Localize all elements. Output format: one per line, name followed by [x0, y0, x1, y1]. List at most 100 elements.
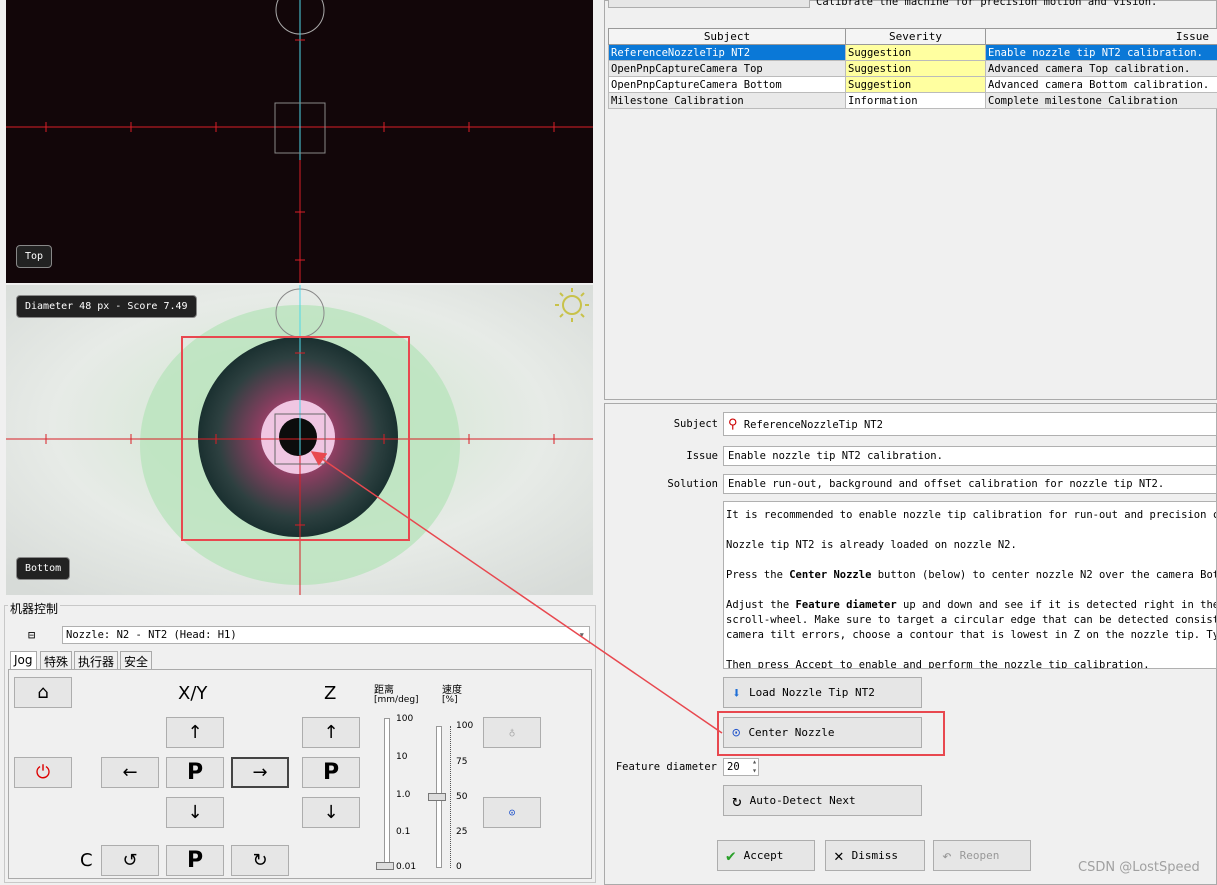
park-c-button[interactable]: P [166, 845, 224, 876]
rotate-ccw-button[interactable]: ↺ [101, 845, 159, 876]
center-nozzle-label: Center Nozzle [748, 726, 835, 739]
tab-special[interactable]: 特殊 [40, 651, 73, 669]
auto-detect-next-button[interactable]: ↻ Auto-Detect Next [723, 785, 922, 816]
jog-panel [8, 669, 592, 879]
power-button[interactable]: ⏻ [14, 757, 72, 788]
check-icon: ✔ [726, 846, 736, 865]
top-camera-view[interactable]: Top [6, 0, 593, 283]
row-severity: Suggestion [845, 44, 986, 61]
distance-slider[interactable] [384, 718, 390, 870]
reopen-button[interactable]: ↶ Reopen [933, 840, 1031, 871]
chevron-down-icon: ▾ [578, 629, 585, 641]
xy-label: X/Y [178, 683, 208, 704]
column-issue[interactable]: Issue [985, 28, 1217, 45]
jog-x-minus-button[interactable]: ← [101, 757, 159, 788]
speed-tick: 0 [456, 862, 462, 872]
speed-tick: 100 [456, 721, 474, 731]
tab-safety[interactable]: 安全 [120, 651, 153, 669]
issues-table-header: Subject Severity Issue [608, 28, 1217, 45]
speed-label: 速度 [442, 685, 462, 696]
solution-field: Enable run-out, background and offset ca… [723, 474, 1217, 494]
distance-tick: 100 [396, 714, 414, 724]
feature-diameter-spinner[interactable]: 20 ▴ ▾ [723, 758, 759, 776]
feature-diameter-label: Feature diameter [615, 761, 717, 773]
subject-field: ⚲ ReferenceNozzleTip NT2 [723, 412, 1217, 436]
table-row[interactable]: OpenPnpCaptureCamera Top Suggestion Adva… [608, 60, 1217, 77]
jog-x-plus-button[interactable]: → [231, 757, 289, 788]
issue-field: Enable nozzle tip NT2 calibration. [723, 446, 1217, 466]
distance-tick: 1.0 [396, 790, 411, 800]
column-subject[interactable]: Subject [608, 28, 846, 45]
instruction-p1: It is recommended to enable nozzle tip c… [726, 509, 1217, 521]
dismiss-button[interactable]: ✕ Dismiss [825, 840, 925, 871]
center-nozzle-button[interactable]: ⊙ Center Nozzle [723, 717, 922, 748]
nozzle-tool-button[interactable]: ♁ [483, 717, 541, 748]
focus-icon: ⊙ [508, 806, 516, 819]
park-xy-button[interactable]: P [166, 757, 224, 788]
jog-z-plus-button[interactable]: ↑ [302, 717, 360, 748]
rotate-cw-button[interactable]: ↻ [231, 845, 289, 876]
arrow-up-icon: ↑ [187, 722, 203, 743]
issues-table: Subject Severity Issue ReferenceNozzleTi… [608, 28, 1217, 109]
row-severity: Suggestion [845, 76, 986, 93]
tab-actuators[interactable]: 执行器 [74, 651, 119, 669]
nozzle-icon: ♁ [508, 726, 516, 739]
close-icon: ✕ [834, 846, 844, 865]
camera-focus-button[interactable]: ⊙ [483, 797, 541, 828]
calibrate-hint: Calibrate the machine for precision moti… [816, 0, 1158, 8]
z-label: Z [324, 683, 337, 704]
subject-label: Subject [673, 418, 718, 430]
speed-slider-thumb[interactable] [428, 793, 446, 801]
jog-z-minus-button[interactable]: ↓ [302, 797, 360, 828]
machine-controls-title: 机器控制 [8, 600, 61, 617]
undo-icon: ↶ [942, 846, 952, 865]
table-row[interactable]: ReferenceNozzleTip NT2 Suggestion Enable… [608, 44, 1217, 61]
subject-value: ReferenceNozzleTip NT2 [743, 419, 883, 431]
calibrate-button[interactable] [608, 0, 810, 8]
arrow-up-icon: ↑ [323, 722, 339, 743]
distance-tick: 10 [396, 752, 408, 762]
c-label: C [80, 850, 93, 871]
arrow-left-icon: ← [122, 762, 138, 783]
jog-y-plus-button[interactable]: ↑ [166, 717, 224, 748]
column-severity[interactable]: Severity [845, 28, 986, 45]
bottom-camera-view[interactable]: Diameter 48 px - Score 7.49 Bottom [6, 285, 593, 595]
speed-tick: 75 [456, 757, 468, 767]
bottom-camera-image [6, 285, 593, 595]
auto-detect-next-label: Auto-Detect Next [749, 794, 856, 807]
park-z-button[interactable]: P [302, 757, 360, 788]
accept-label: Accept [743, 849, 784, 862]
power-icon: ⏻ [35, 762, 51, 783]
reopen-label: Reopen [959, 849, 1000, 862]
nozzle-select[interactable]: Nozzle: N2 - NT2 (Head: H1) ▾ [62, 626, 590, 644]
collapse-icon[interactable]: ⊟ [28, 628, 35, 642]
distance-tick: 0.01 [396, 862, 417, 872]
speed-tick: 25 [456, 827, 468, 837]
nozzle-select-value: Nozzle: N2 - NT2 (Head: H1) [66, 629, 237, 641]
distance-slider-thumb[interactable] [376, 862, 394, 870]
instruction-p4-line3: camera tilt errors, choose a contour tha… [726, 629, 1217, 641]
search-icon: ⚲ [728, 417, 738, 432]
table-row[interactable]: Milestone Calibration Information Comple… [608, 92, 1217, 109]
home-button[interactable]: ⌂ [14, 677, 72, 708]
rotate-cw-icon: ↻ [252, 850, 268, 871]
row-subject: ReferenceNozzleTip NT2 [608, 44, 846, 61]
instruction-p3: Press the Center Nozzle button (below) t… [726, 569, 1217, 581]
arrow-down-icon: ↓ [187, 802, 203, 823]
accept-button[interactable]: ✔ Accept [717, 840, 815, 871]
table-row[interactable]: OpenPnpCaptureCamera Bottom Suggestion A… [608, 76, 1217, 93]
feature-diameter-value: 20 [727, 761, 740, 773]
row-subject: Milestone Calibration [608, 92, 846, 109]
jog-y-minus-button[interactable]: ↓ [166, 797, 224, 828]
center-nozzle-icon: ⊙ [732, 724, 741, 741]
home-icon: ⌂ [37, 682, 49, 703]
row-subject: OpenPnpCaptureCamera Bottom [608, 76, 846, 93]
load-nozzle-tip-button[interactable]: ⬇ Load Nozzle Tip NT2 [723, 677, 922, 708]
load-nozzle-icon: ⬇ [732, 683, 742, 702]
row-issue: Complete milestone Calibration [985, 92, 1217, 109]
distance-tick: 0.1 [396, 827, 411, 837]
spinner-arrows-icon[interactable]: ▴ ▾ [752, 759, 757, 775]
tab-jog[interactable]: Jog [10, 651, 37, 669]
instruction-p2: Nozzle tip NT2 is already loaded on nozz… [726, 539, 1017, 551]
instruction-p4: Adjust the Feature diameter up and down … [726, 599, 1217, 611]
